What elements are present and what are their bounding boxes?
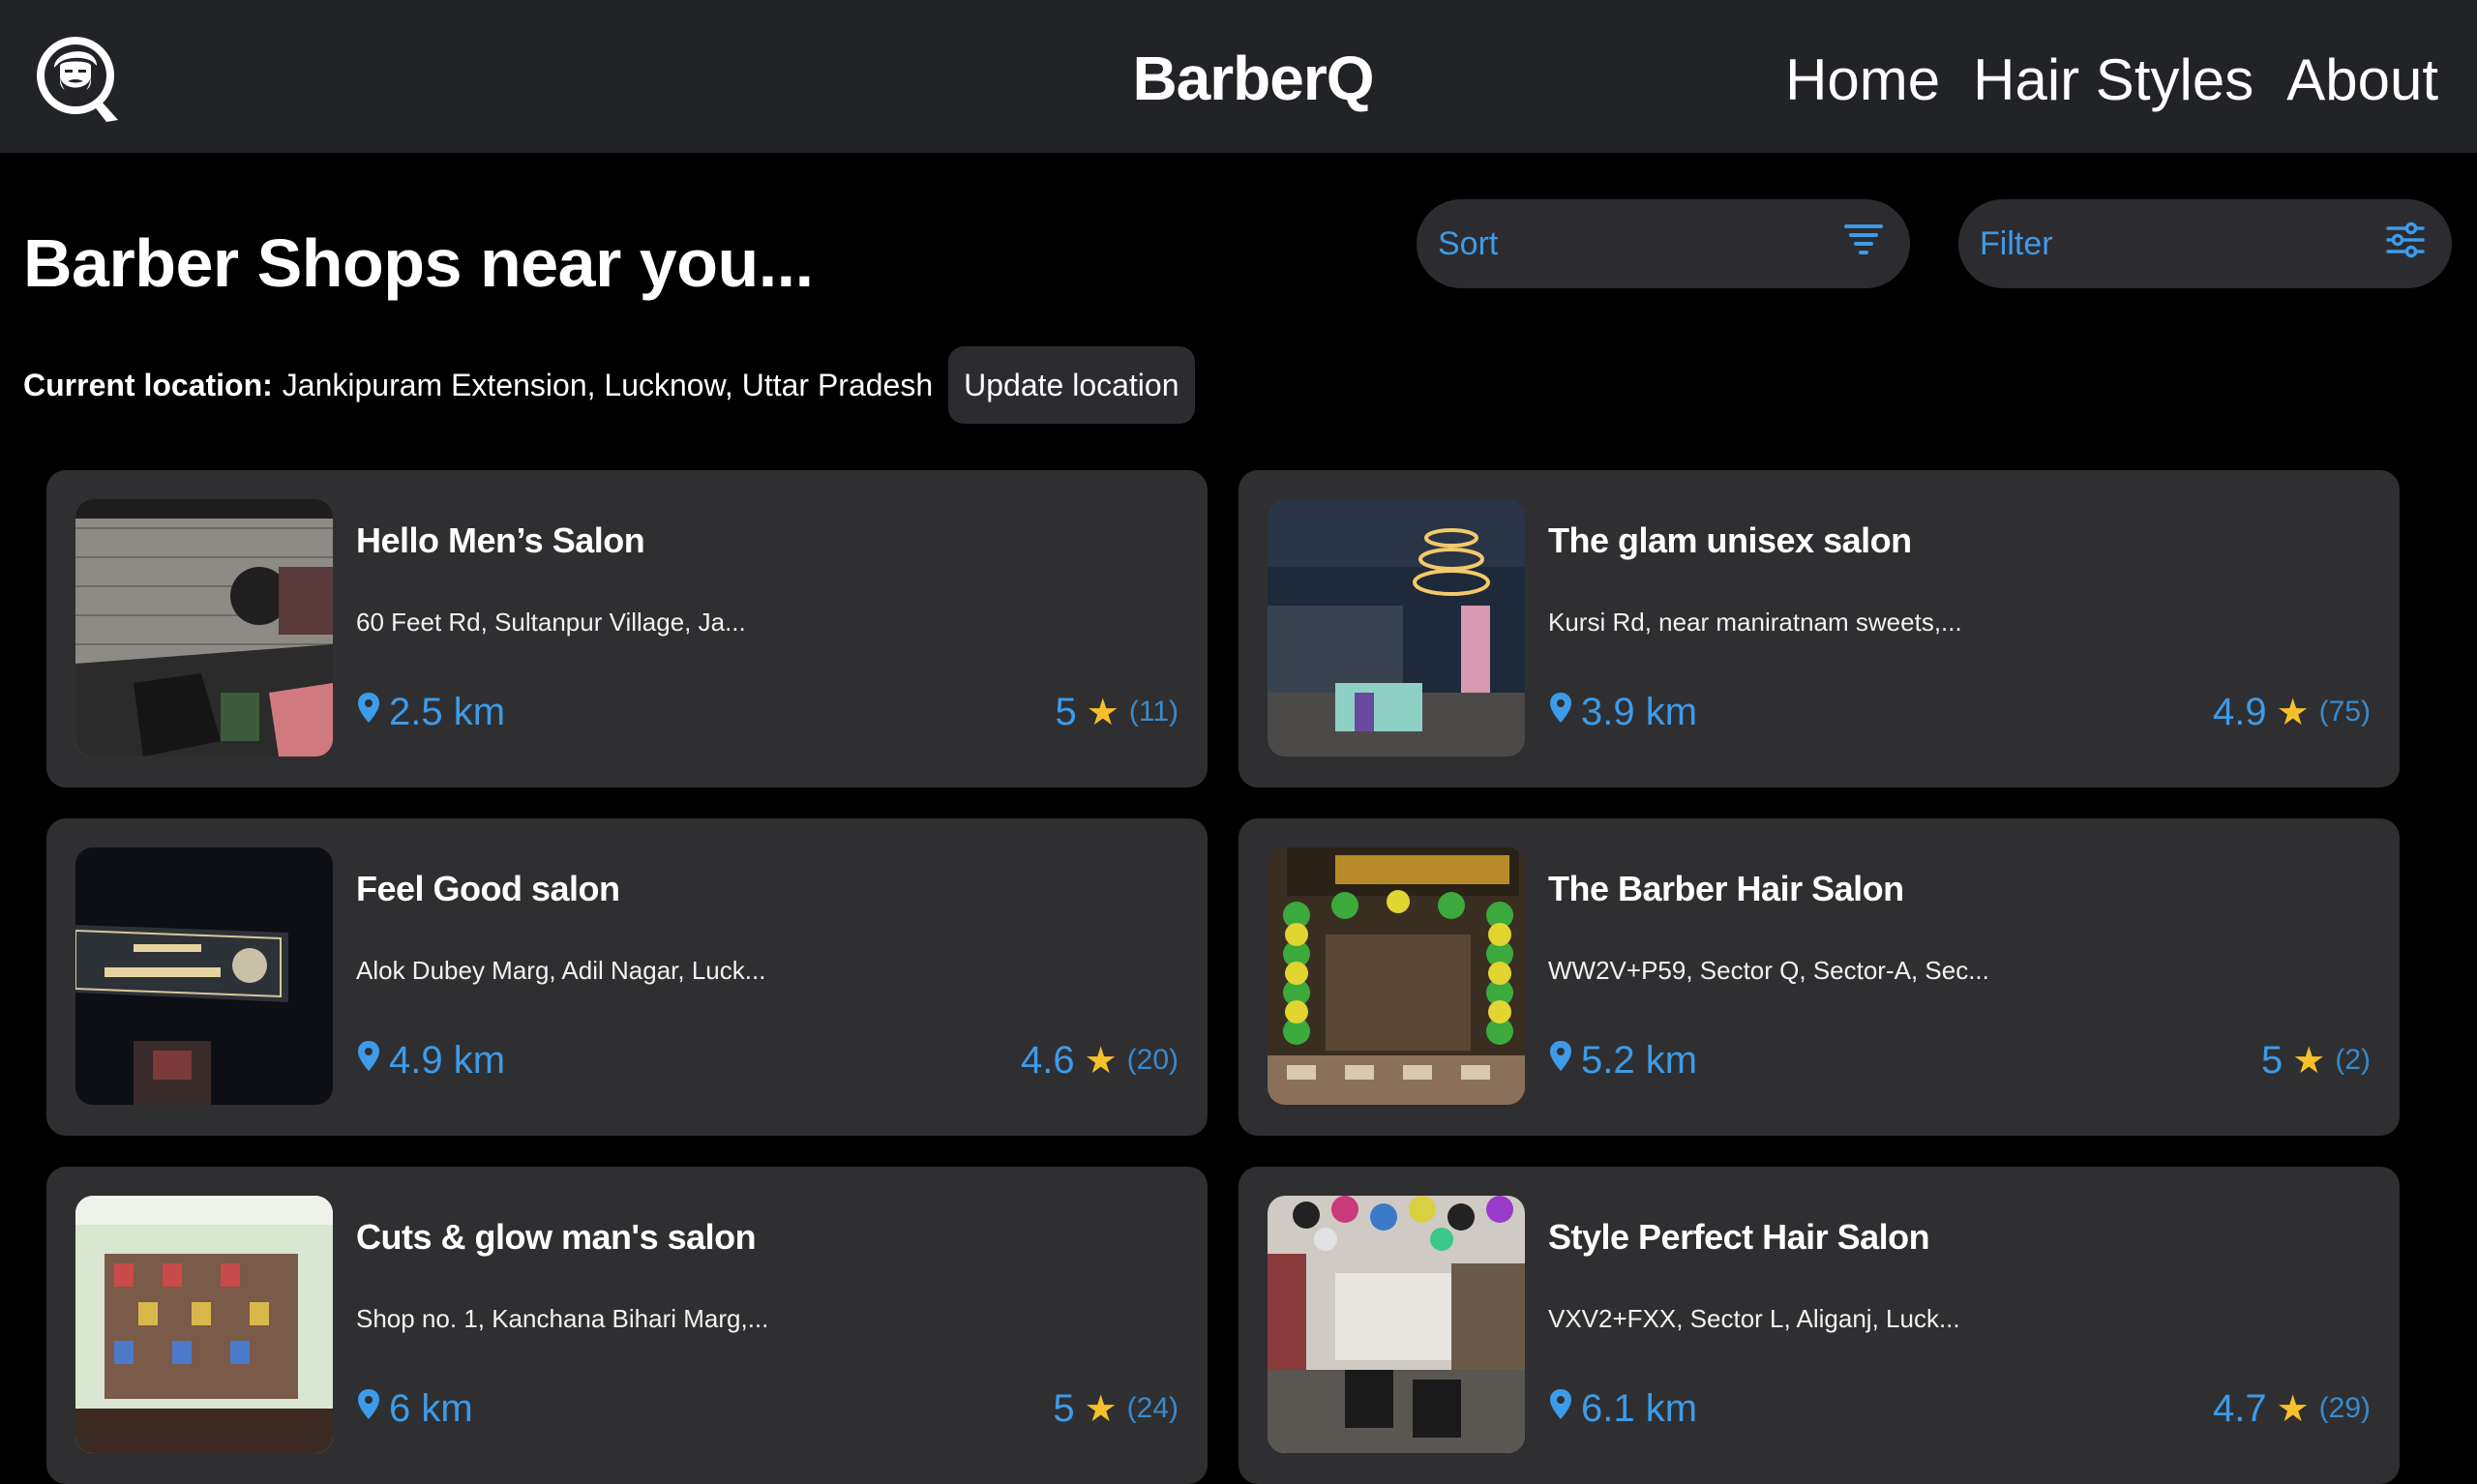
shop-address: 60 Feet Rd, Sultanpur Village, Ja...: [356, 608, 746, 637]
star-icon: ★: [2292, 1040, 2326, 1082]
shop-distance: 5.2 km: [1548, 1031, 1697, 1089]
shop-photo: [1268, 1196, 1525, 1453]
main-nav: Home Hair Styles About: [1785, 46, 2438, 113]
shop-name: The glam unisex salon: [1548, 520, 1912, 560]
review-count: (11): [1128, 696, 1179, 727]
rating-value: 5: [2261, 1038, 2283, 1082]
shop-card[interactable]: Style Perfect Hair Salon VXV2+FXX, Secto…: [1238, 1167, 2400, 1484]
location-label: Current location:: [23, 367, 273, 402]
shop-address: Shop no. 1, Kanchana Bihari Marg,...: [356, 1304, 769, 1333]
shop-photo: [1268, 847, 1525, 1105]
shop-photo: [75, 847, 333, 1105]
shop-distance: 3.9 km: [1548, 683, 1697, 741]
shop-name: Hello Men’s Salon: [356, 520, 645, 560]
distance-value: 5.2 km: [1581, 1038, 1698, 1082]
distance-value: 6.1 km: [1581, 1386, 1698, 1430]
shop-card[interactable]: Hello Men’s Salon 60 Feet Rd, Sultanpur …: [46, 470, 1208, 787]
star-icon: ★: [2276, 1388, 2310, 1430]
location-pin-icon: [1548, 691, 1573, 734]
top-navbar: BarberQ Home Hair Styles About: [0, 0, 2477, 153]
shop-distance: 6.1 km: [1548, 1380, 1697, 1438]
nav-home-link[interactable]: Home: [1785, 46, 1940, 113]
filter-dropdown[interactable]: Filter: [1958, 199, 2452, 288]
distance-value: 2.5 km: [389, 690, 506, 733]
shop-name: Feel Good salon: [356, 869, 620, 908]
shop-name: Cuts & glow man's salon: [356, 1217, 757, 1257]
star-icon: ★: [2276, 692, 2310, 733]
star-icon: ★: [1084, 1040, 1118, 1082]
nav-about-link[interactable]: About: [2286, 46, 2438, 113]
shop-distance: 2.5 km: [356, 683, 505, 741]
shop-card[interactable]: The glam unisex salon Kursi Rd, near man…: [1238, 470, 2400, 787]
nav-hair-styles-link[interactable]: Hair Styles: [1973, 46, 2253, 113]
shop-card[interactable]: The Barber Hair Salon WW2V+P59, Sector Q…: [1238, 818, 2400, 1136]
shop-photo: [1268, 499, 1525, 757]
review-count: (29): [2318, 1392, 2371, 1424]
filter-sliders-icon: [2384, 219, 2427, 270]
shop-rating: 4.7 ★ (29): [2213, 1380, 2371, 1438]
shop-name: Style Perfect Hair Salon: [1548, 1217, 1930, 1257]
shop-rating: 4.6 ★ (20): [1021, 1031, 1179, 1089]
sort-label: Sort: [1438, 224, 1499, 262]
shop-address: Kursi Rd, near maniratnam sweets,...: [1548, 608, 1962, 637]
shop-card[interactable]: Cuts & glow man's salon Shop no. 1, Kanc…: [46, 1167, 1208, 1484]
distance-value: 6 km: [389, 1386, 473, 1430]
rating-value: 5: [1053, 1386, 1075, 1430]
review-count: (20): [1126, 1044, 1179, 1076]
review-count: (2): [2335, 1044, 2371, 1076]
location-value: Jankipuram Extension, Lucknow, Uttar Pra…: [282, 367, 934, 402]
review-count: (24): [1126, 1392, 1179, 1424]
shop-rating: 5 ★ (2): [2261, 1031, 2371, 1089]
review-count: (75): [2318, 696, 2371, 727]
shop-distance: 4.9 km: [356, 1031, 505, 1089]
sort-funnel-icon: [1842, 219, 1885, 270]
rating-value: 4.7: [2212, 1386, 2267, 1430]
shop-rating: 4.9 ★ (75): [2213, 683, 2371, 741]
shop-address: Alok Dubey Marg, Adil Nagar, Luck...: [356, 956, 766, 985]
shop-photo: [75, 1196, 333, 1453]
star-icon: ★: [1084, 1388, 1118, 1430]
rating-value: 5: [1055, 690, 1077, 733]
update-location-button[interactable]: Update location: [948, 346, 1195, 424]
shop-distance: 6 km: [356, 1380, 473, 1438]
location-pin-icon: [356, 1387, 381, 1431]
sort-dropdown[interactable]: Sort: [1417, 199, 1910, 288]
distance-value: 4.9 km: [389, 1038, 506, 1082]
shop-rating: 5 ★ (11): [1056, 683, 1179, 741]
filter-label: Filter: [1980, 224, 2053, 262]
location-pin-icon: [356, 1039, 381, 1083]
shop-card[interactable]: Feel Good salon Alok Dubey Marg, Adil Na…: [46, 818, 1208, 1136]
distance-value: 3.9 km: [1581, 690, 1698, 733]
location-pin-icon: [1548, 1039, 1573, 1083]
star-icon: ★: [1086, 692, 1119, 733]
location-pin-icon: [1548, 1387, 1573, 1431]
page-title: Barber Shops near you...: [23, 225, 814, 301]
shop-photo: [75, 499, 333, 757]
current-location-row: Current location: Jankipuram Extension, …: [23, 346, 1195, 424]
location-pin-icon: [356, 691, 381, 734]
shop-name: The Barber Hair Salon: [1548, 869, 1904, 908]
shop-address: VXV2+FXX, Sector L, Aliganj, Luck...: [1548, 1304, 1960, 1333]
rating-value: 4.9: [2212, 690, 2267, 733]
shop-rating: 5 ★ (24): [1053, 1380, 1179, 1438]
shop-address: WW2V+P59, Sector Q, Sector-A, Sec...: [1548, 956, 1989, 985]
rating-value: 4.6: [1020, 1038, 1075, 1082]
